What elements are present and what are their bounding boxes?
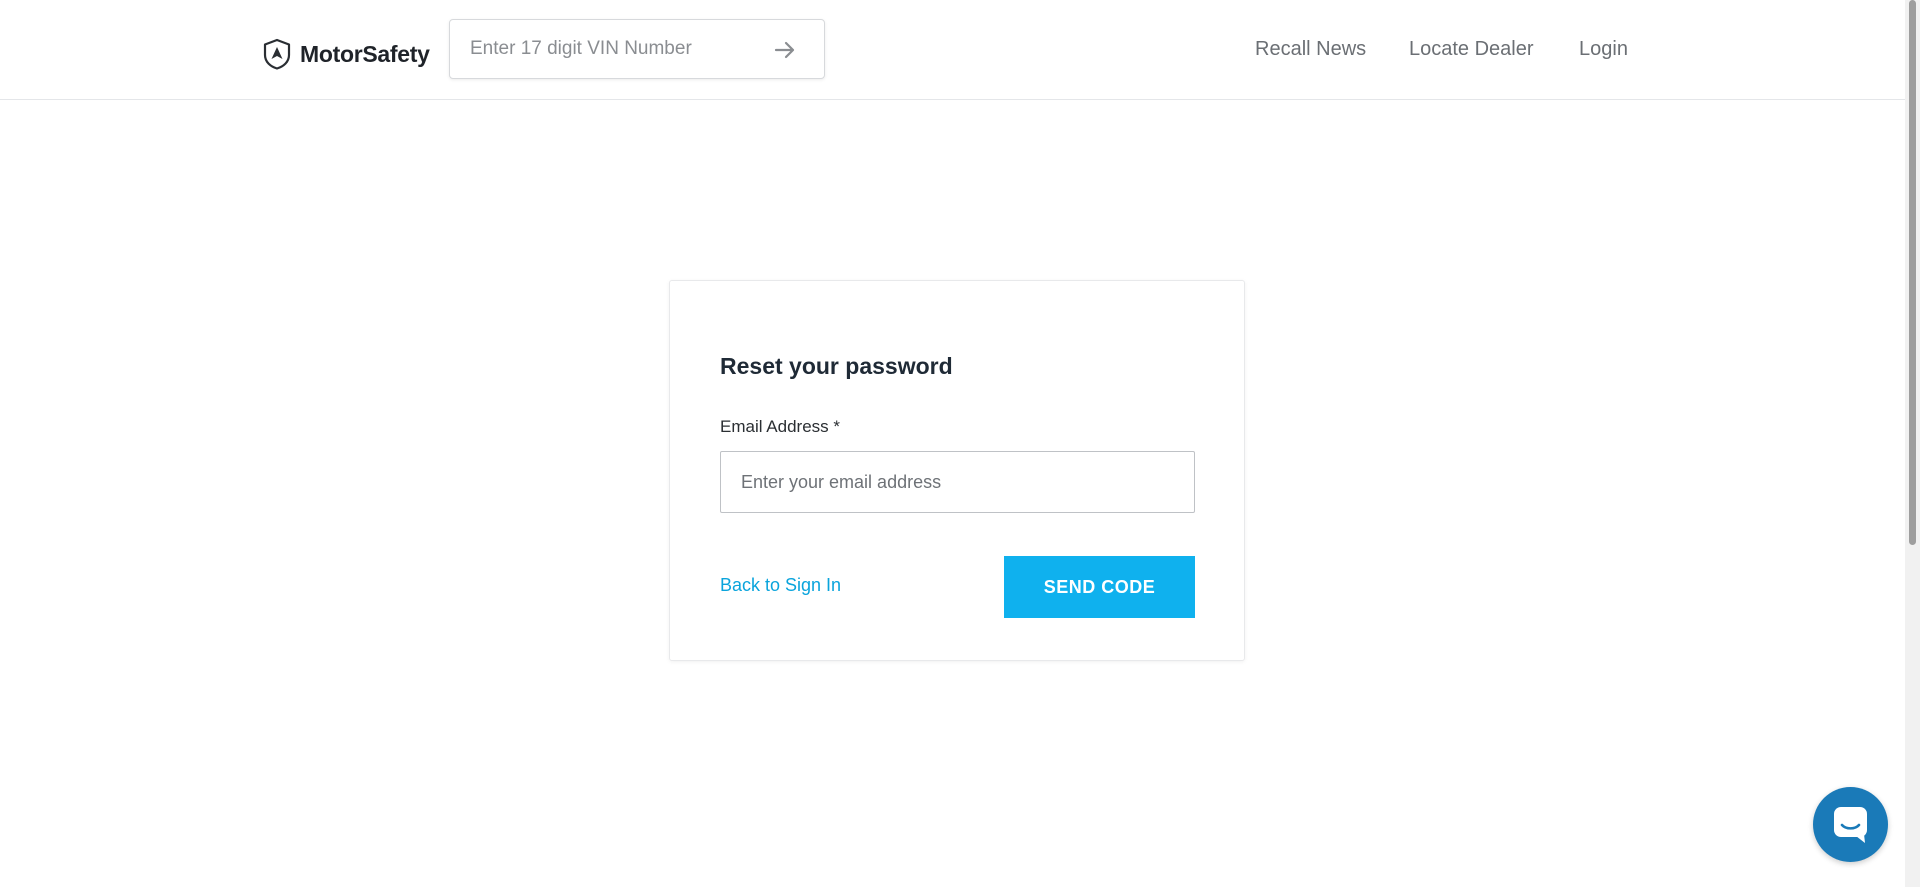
back-to-sign-in-link[interactable]: Back to Sign In	[720, 575, 841, 596]
main-nav: Recall News Locate Dealer Login	[0, 38, 1905, 62]
email-label: Email Address *	[720, 417, 840, 436]
send-code-button[interactable]: SEND CODE	[1004, 556, 1195, 618]
chat-icon	[1834, 807, 1867, 843]
email-field[interactable]	[720, 451, 1195, 513]
scrollbar-thumb[interactable]	[1909, 0, 1916, 545]
nav-locate-dealer[interactable]: Locate Dealer	[1409, 38, 1534, 61]
page-scrollbar[interactable]	[1905, 0, 1920, 887]
chat-launcher-button[interactable]	[1813, 787, 1888, 862]
page-title: Reset your password	[720, 353, 953, 379]
nav-login[interactable]: Login	[1579, 38, 1628, 61]
site-header: MotorSafety Recall News Locate Dealer Lo…	[0, 0, 1905, 100]
reset-password-card: Reset your password Email Address * Back…	[669, 280, 1245, 661]
nav-recall-news[interactable]: Recall News	[1255, 38, 1366, 61]
